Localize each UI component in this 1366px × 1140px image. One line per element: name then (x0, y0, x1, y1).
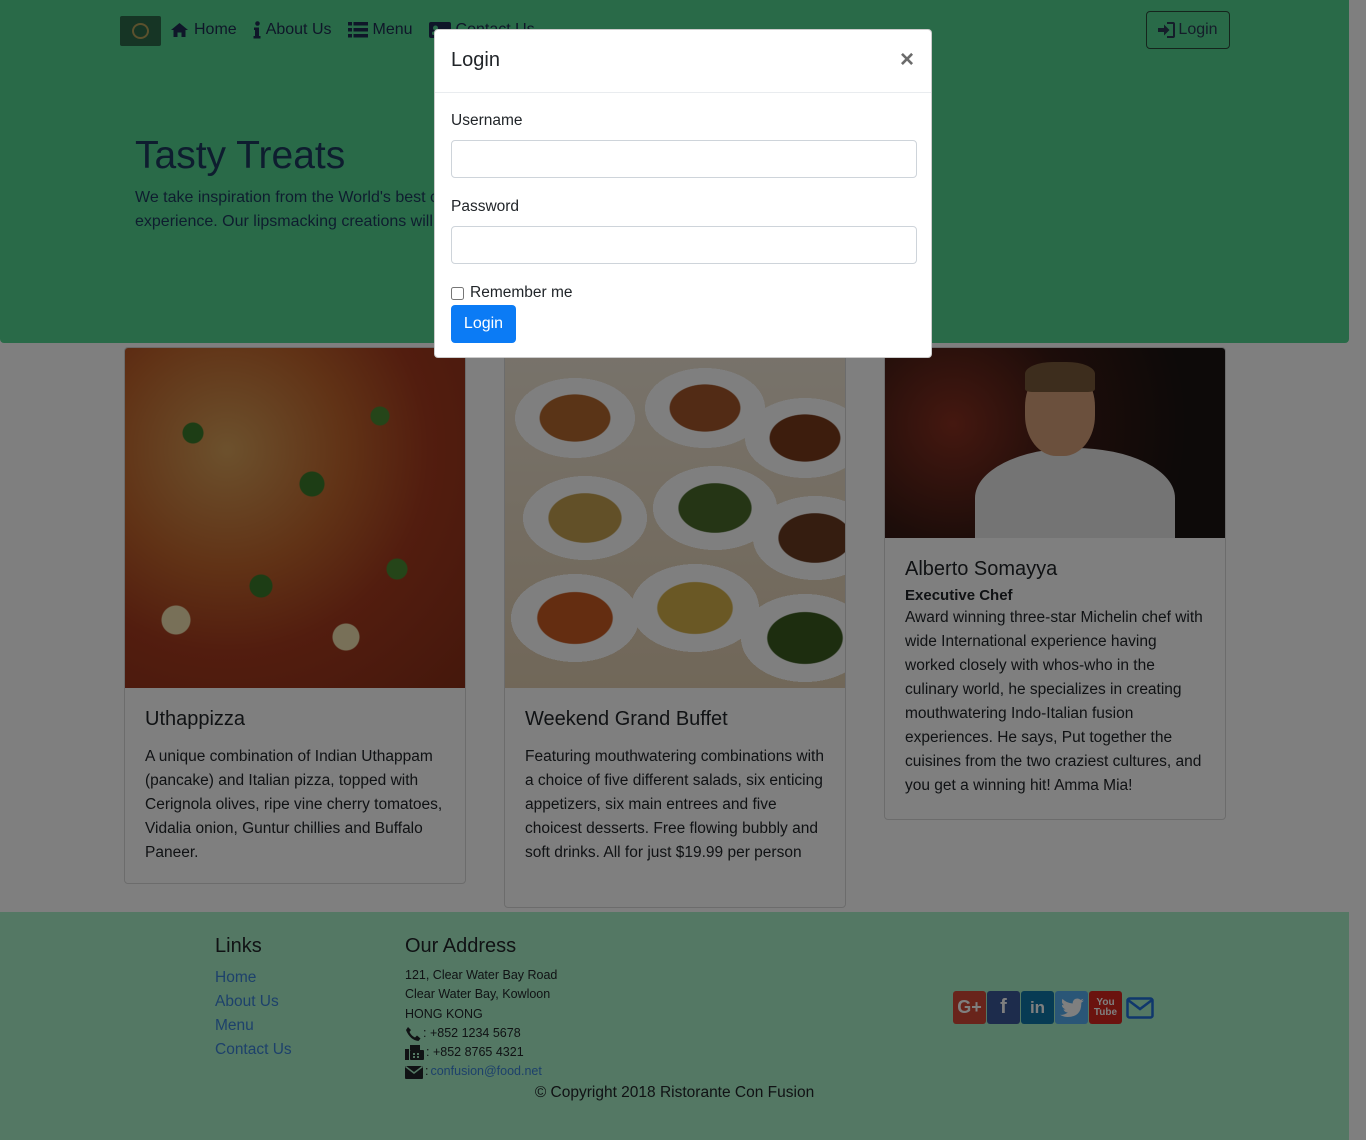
remember-me-checkbox[interactable] (451, 286, 464, 300)
modal-header: Login × (435, 30, 931, 93)
modal-title: Login (451, 49, 500, 71)
username-label: Username (451, 112, 523, 129)
login-submit-button[interactable]: Login (451, 305, 516, 343)
remember-me-label: Remember me (470, 284, 573, 301)
remember-me-row: Remember me (451, 284, 573, 302)
password-label: Password (451, 198, 520, 215)
close-button[interactable]: × (900, 46, 914, 74)
password-input[interactable] (451, 226, 917, 264)
username-input[interactable] (451, 140, 917, 178)
login-modal: Login × Username Password Remember me Lo… (434, 29, 932, 358)
